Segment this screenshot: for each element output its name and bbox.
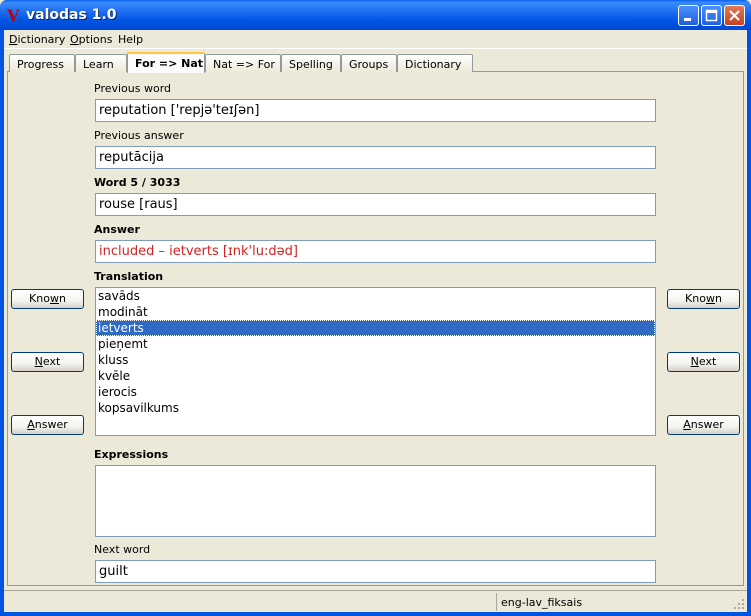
- expressions-label: Expressions: [94, 448, 169, 461]
- close-button[interactable]: [724, 5, 745, 26]
- expressions-box[interactable]: [95, 465, 656, 537]
- status-dictionary: eng-lav_fiksais: [496, 593, 747, 611]
- list-item-selected[interactable]: ietverts: [96, 320, 655, 336]
- word-counter-label: Word 5 / 3033: [94, 176, 181, 189]
- answer-label: Answer: [94, 223, 140, 236]
- maximize-icon: [705, 9, 718, 22]
- tab-groups[interactable]: Groups: [341, 54, 397, 72]
- previous-word-label: Previous word: [94, 82, 172, 95]
- app-window: V valodas 1.0 Dictionary Options Help Pr…: [0, 0, 751, 616]
- known-button-right[interactable]: Known: [667, 289, 740, 309]
- tab-dictionary[interactable]: Dictionary: [397, 54, 473, 72]
- next-word-field[interactable]: guilt: [95, 560, 656, 583]
- tab-for-nat[interactable]: For => Nat: [127, 52, 205, 73]
- previous-answer-label: Previous answer: [94, 129, 184, 142]
- menu-dictionary[interactable]: Dictionary: [9, 33, 65, 46]
- menu-bar: Dictionary Options Help: [4, 30, 747, 49]
- list-item[interactable]: kopsavilkums: [96, 400, 655, 416]
- status-bar: eng-lav_fiksais: [4, 590, 747, 612]
- list-item[interactable]: kluss: [96, 352, 655, 368]
- tab-spelling[interactable]: Spelling: [281, 54, 341, 72]
- list-item[interactable]: savāds: [96, 288, 655, 304]
- list-item[interactable]: kvēle: [96, 368, 655, 384]
- resize-grip-icon[interactable]: [733, 598, 745, 610]
- next-button-left[interactable]: Next: [11, 352, 84, 372]
- list-item[interactable]: pieņemt: [96, 336, 655, 352]
- next-button-right[interactable]: Next: [667, 352, 740, 372]
- svg-text:V: V: [6, 6, 20, 24]
- translation-list[interactable]: savāds modināt ietverts pieņemt kluss kv…: [95, 287, 656, 436]
- menu-help[interactable]: Help: [118, 33, 143, 46]
- minimize-icon: [684, 18, 691, 21]
- tab-progress[interactable]: Progress: [9, 54, 75, 72]
- tab-learn[interactable]: Learn: [75, 54, 127, 72]
- close-icon: [729, 10, 740, 21]
- known-button-left[interactable]: Known: [11, 289, 84, 309]
- tab-nat-for[interactable]: Nat => For: [205, 54, 281, 72]
- minimize-button[interactable]: [678, 5, 699, 26]
- window-title: valodas 1.0: [26, 7, 117, 23]
- current-word-field[interactable]: rouse [raus]: [95, 193, 656, 216]
- previous-answer-field[interactable]: reputācija: [95, 146, 656, 169]
- app-icon: V: [6, 6, 21, 24]
- title-bar[interactable]: V valodas 1.0: [0, 0, 751, 30]
- client-area: Dictionary Options Help Progress Learn F…: [4, 30, 747, 612]
- list-item[interactable]: modināt: [96, 304, 655, 320]
- list-item[interactable]: ierocis: [96, 384, 655, 400]
- maximize-button[interactable]: [701, 5, 722, 26]
- previous-word-field[interactable]: reputation ['repjə'teɪʃən]: [95, 99, 656, 122]
- answer-button-right[interactable]: Answer: [667, 415, 740, 435]
- translation-label: Translation: [94, 270, 164, 283]
- menu-options[interactable]: Options: [70, 33, 112, 46]
- answer-button-left[interactable]: Answer: [11, 415, 84, 435]
- next-word-label: Next word: [94, 543, 151, 556]
- answer-field[interactable]: included – ietverts [ɪnk'lu:dəd]: [95, 240, 656, 263]
